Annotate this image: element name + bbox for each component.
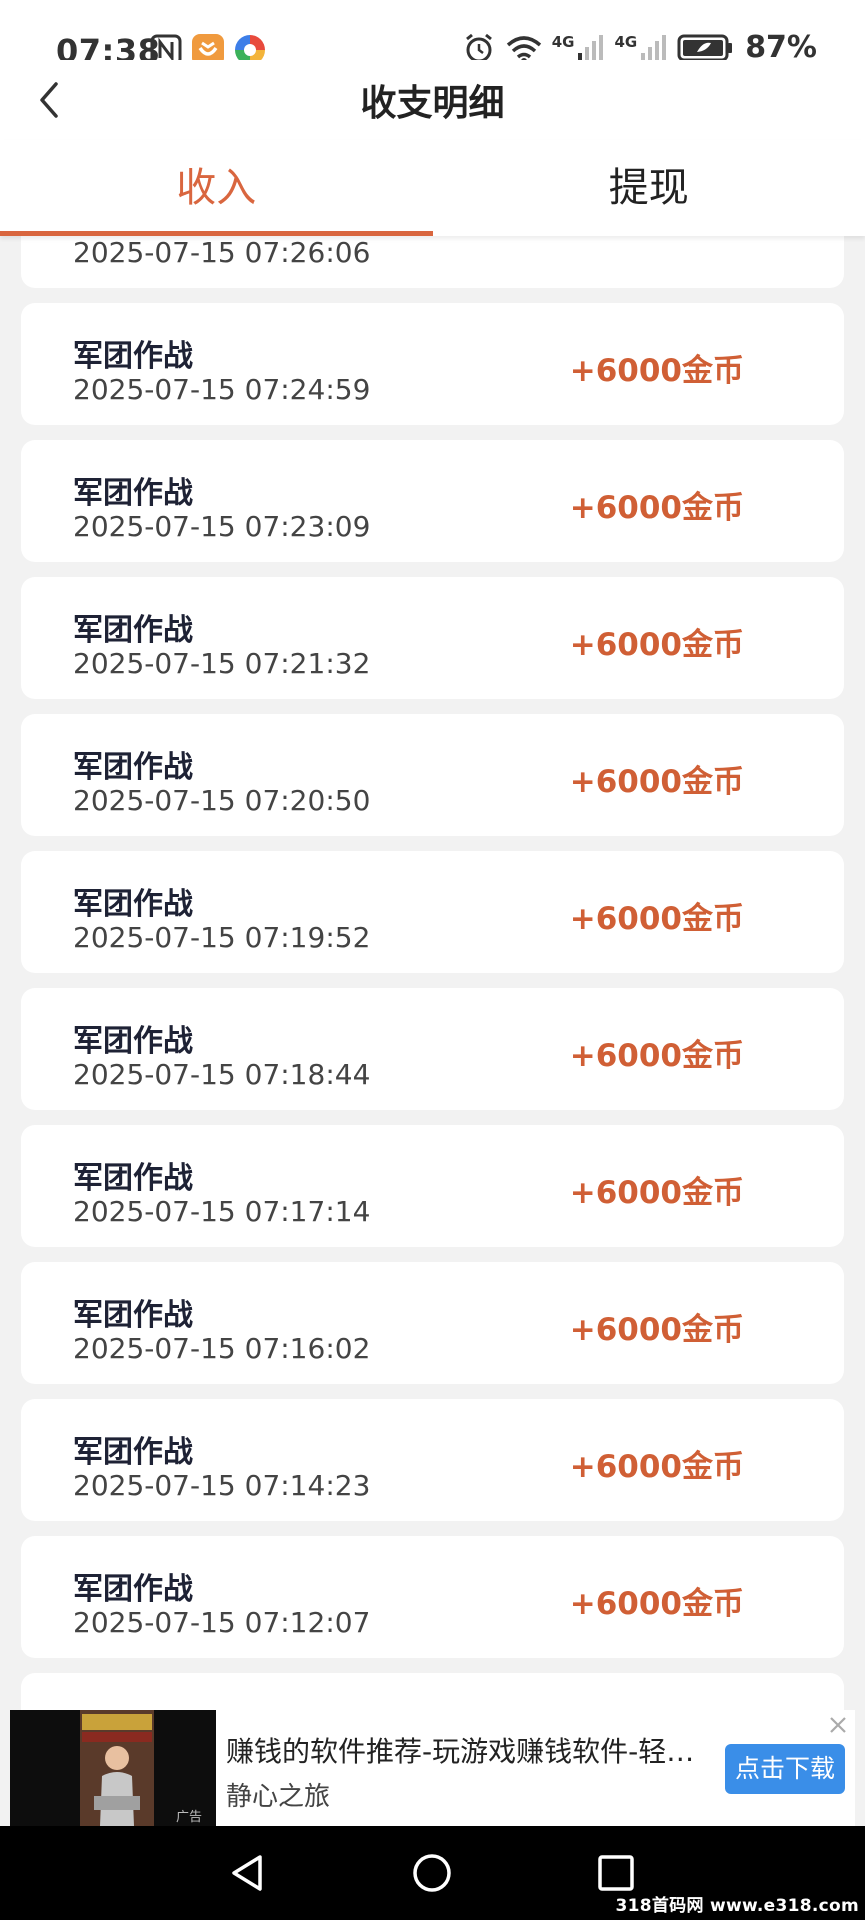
record-time: 2025-07-15 07:21:32 (73, 647, 371, 680)
list-item[interactable]: 军团作战 (21, 1673, 844, 1710)
record-time: 2025-07-15 07:18:44 (73, 1058, 371, 1091)
ad-thumbnail[interactable]: 广告 (10, 1710, 216, 1826)
system-nav-bar: 318首码网 www.e318.com (0, 1826, 865, 1920)
record-title: 军团作战 (73, 1572, 193, 1607)
record-amount: +6000金币 (569, 1175, 744, 1211)
signal-group-2: 4G (614, 33, 669, 63)
record-amount: +6000金币 (569, 764, 744, 800)
header: 收支明细 (0, 60, 865, 140)
record-time: 2025-07-15 07:16:02 (73, 1332, 371, 1365)
ad-title[interactable]: 赚钱的软件推荐-玩游戏赚钱软件-轻… (226, 1730, 706, 1770)
network-label: 4G (551, 32, 575, 51)
list-item[interactable]: 2025-07-15 07:26:06 (21, 236, 844, 288)
recents-square-icon (598, 1855, 634, 1891)
ad-banner[interactable]: 广告 赚钱的软件推荐-玩游戏赚钱软件-轻… 静心之旅 点击下载 (10, 1710, 855, 1826)
record-amount: +6000金币 (569, 901, 744, 937)
signal-icon (578, 34, 604, 61)
record-title: 军团作战 (73, 1024, 193, 1059)
record-amount: +6000金币 (569, 627, 744, 663)
list-item[interactable]: 军团作战 2025-07-15 07:17:14 +6000金币 (21, 1125, 844, 1247)
record-time: 2025-07-15 07:20:50 (73, 784, 371, 817)
page-title: 收支明细 (360, 83, 505, 124)
home-circle-icon (413, 1854, 451, 1892)
record-title: 军团作战 (73, 1435, 193, 1470)
record-title: 军团作战 (73, 339, 193, 374)
record-amount: +6000金币 (569, 490, 744, 526)
list-item[interactable]: 军团作战 2025-07-15 07:24:59 +6000金币 (21, 303, 844, 425)
record-title: 军团作战 (73, 1161, 193, 1196)
list-item[interactable]: 军团作战 2025-07-15 07:14:23 +6000金币 (21, 1399, 844, 1521)
record-time: 2025-07-15 07:24:59 (73, 373, 371, 406)
nav-home-button[interactable] (372, 1826, 492, 1920)
list-item[interactable]: 军团作战 2025-07-15 07:18:44 +6000金币 (21, 988, 844, 1110)
download-button[interactable]: 点击下载 (725, 1744, 845, 1794)
list-item[interactable]: 军团作战 2025-07-15 07:21:32 +6000金币 (21, 577, 844, 699)
ad-badge: 广告 (176, 1810, 203, 1825)
record-time: 2025-07-15 07:17:14 (73, 1195, 371, 1228)
record-title: 军团作战 (73, 887, 193, 922)
record-amount: +6000金币 (569, 1312, 744, 1348)
record-time: 2025-07-15 07:12:07 (73, 1606, 371, 1639)
ad-source: 静心之旅 (226, 1782, 331, 1812)
income-record-list[interactable]: 2025-07-15 07:26:06 军团作战 2025-07-15 07:2… (0, 236, 865, 1710)
back-triangle-icon (232, 1855, 262, 1891)
tab-income[interactable]: 收入 (0, 140, 433, 236)
list-item[interactable]: 军团作战 2025-07-15 07:20:50 +6000金币 (21, 714, 844, 836)
record-title: 军团作战 (73, 613, 193, 648)
record-amount: +6000金币 (569, 1038, 744, 1074)
record-title: 军团作战 (73, 1701, 193, 1710)
tab-withdraw[interactable]: 提现 (433, 140, 865, 236)
record-amount: +6000金币 (569, 353, 744, 389)
network-label: 4G (614, 32, 638, 51)
battery-icon (677, 34, 733, 61)
record-time: 2025-07-15 07:23:09 (73, 510, 371, 543)
signal-icon (641, 34, 667, 61)
tab-bar: 收入 提现 (0, 140, 865, 236)
record-amount: +6000金币 (569, 1586, 744, 1622)
watermark: 318首码网 www.e318.com (615, 1896, 859, 1916)
record-title: 军团作战 (73, 476, 193, 511)
record-time: 2025-07-15 07:19:52 (73, 921, 371, 954)
record-title: 军团作战 (73, 750, 193, 785)
record-amount: +6000金币 (569, 1449, 744, 1485)
close-icon[interactable] (825, 1712, 851, 1738)
list-item[interactable]: 军团作战 2025-07-15 07:12:07 +6000金币 (21, 1536, 844, 1658)
list-item[interactable]: 军团作战 2025-07-15 07:23:09 +6000金币 (21, 440, 844, 562)
record-title: 军团作战 (73, 1298, 193, 1333)
list-item[interactable]: 军团作战 2025-07-15 07:16:02 +6000金币 (21, 1262, 844, 1384)
list-item[interactable]: 军团作战 2025-07-15 07:19:52 +6000金币 (21, 851, 844, 973)
signal-group-1: 4G (552, 33, 607, 63)
record-time: 2025-07-15 07:26:06 (73, 236, 371, 269)
record-time: 2025-07-15 07:14:23 (73, 1469, 371, 1502)
nav-back-button[interactable] (188, 1826, 308, 1920)
